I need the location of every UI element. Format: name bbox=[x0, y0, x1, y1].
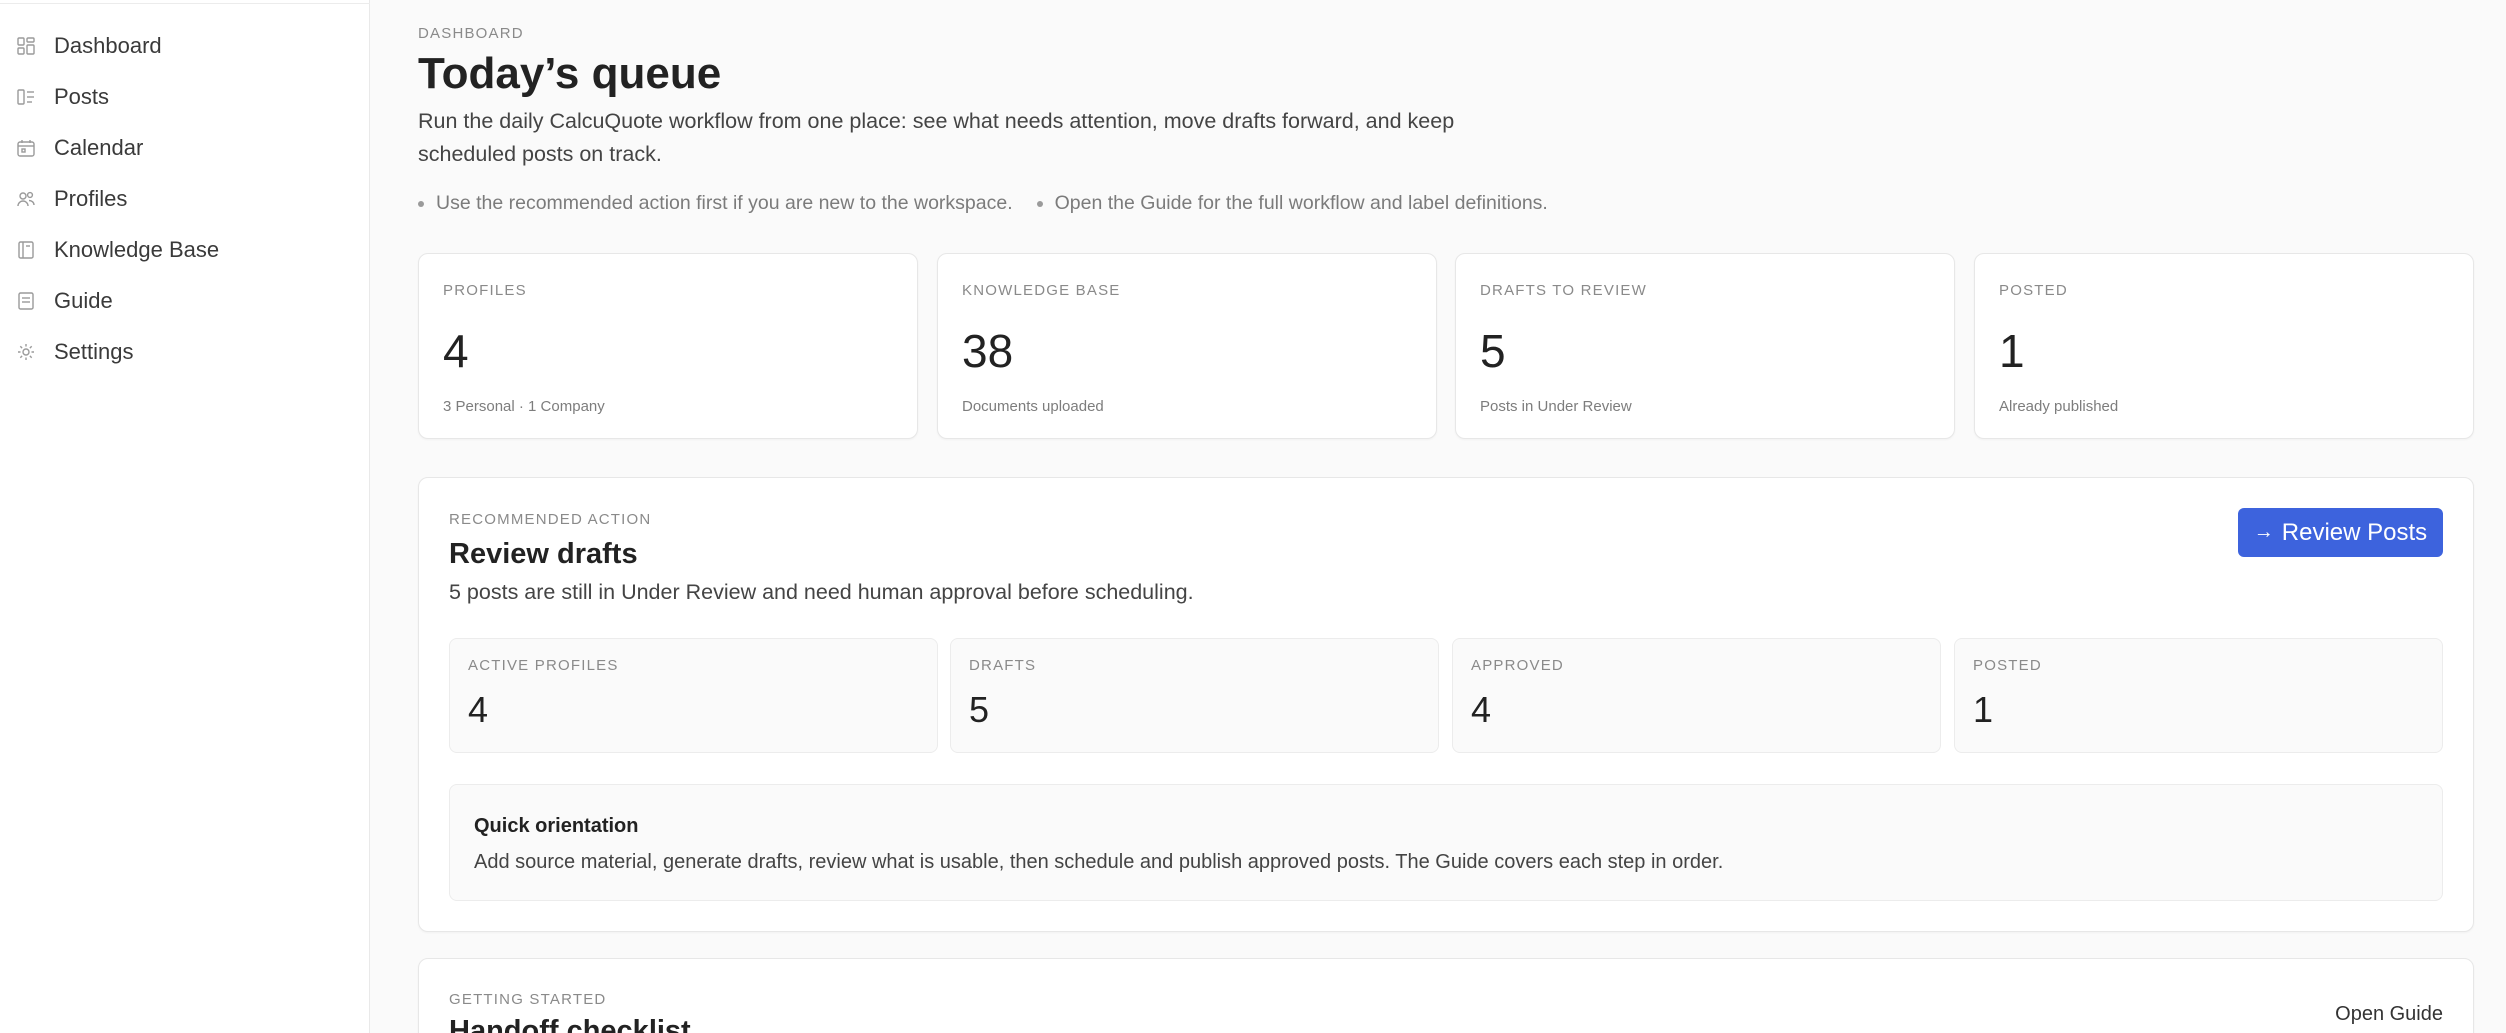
metric-value: 1 bbox=[1973, 689, 1994, 730]
gear-icon bbox=[18, 344, 34, 360]
quick-orientation-box: Quick orientation Add source material, g… bbox=[449, 784, 2443, 901]
bullet-icon bbox=[418, 200, 424, 207]
posts-icon bbox=[17, 89, 34, 105]
stat-label: POSTED bbox=[1999, 282, 2068, 299]
stat-value: 38 bbox=[962, 325, 1014, 377]
book-icon bbox=[18, 241, 34, 259]
sidebar-item-label: Settings bbox=[54, 339, 134, 364]
metric-approved: APPROVED 4 bbox=[1452, 638, 1941, 753]
recommended-eyebrow: RECOMMENDED ACTION bbox=[449, 511, 652, 528]
metric-value: 5 bbox=[969, 689, 990, 730]
dashboard-icon bbox=[17, 37, 35, 55]
metric-label: DRAFTS bbox=[969, 657, 1037, 674]
stat-subtext: Posts in Under Review bbox=[1480, 398, 1632, 415]
page-title: Today’s queue bbox=[418, 49, 722, 98]
stat-card-profiles: PROFILES 4 3 Personal · 1 Company bbox=[418, 253, 918, 439]
orientation-description: Add source material, generate drafts, re… bbox=[474, 851, 1724, 873]
sidebar-item-label: Knowledge Base bbox=[54, 237, 220, 262]
metric-posted: POSTED 1 bbox=[1954, 638, 2443, 753]
metric-drafts: DRAFTS 5 bbox=[950, 638, 1439, 753]
metric-label: APPROVED bbox=[1471, 657, 1564, 674]
sidebar-item-label: Guide bbox=[54, 288, 113, 313]
metric-label: POSTED bbox=[1973, 657, 2042, 674]
stat-subtext: Already published bbox=[1999, 398, 2119, 415]
stat-card-knowledge-base: KNOWLEDGE BASE 38 Documents uploaded bbox=[937, 253, 1437, 439]
tip-text: Use the recommended action first if you … bbox=[436, 192, 1013, 214]
recommended-description: 5 posts are still in Under Review and ne… bbox=[449, 580, 1194, 604]
sidebar-item-label: Posts bbox=[54, 84, 110, 109]
metric-active-profiles: ACTIVE PROFILES 4 bbox=[449, 638, 938, 753]
open-guide-button[interactable]: Open Guide bbox=[2335, 1003, 2443, 1026]
sidebar-top-divider bbox=[0, 3, 370, 4]
recommended-action-panel: RECOMMENDED ACTION Review drafts 5 posts… bbox=[418, 477, 2474, 932]
stat-value: 5 bbox=[1480, 325, 1506, 377]
metric-value: 4 bbox=[468, 689, 489, 730]
page-description: Run the daily CalcuQuote workflow from o… bbox=[418, 109, 1455, 166]
sidebar-item-label: Profiles bbox=[54, 186, 128, 211]
bullet-icon bbox=[1036, 200, 1043, 207]
orientation-title: Quick orientation bbox=[474, 815, 639, 837]
sidebar: Dashboard Posts Calendar Profiles Knowle… bbox=[0, 0, 370, 1033]
tip-item: Use the recommended action first if you … bbox=[418, 192, 1013, 215]
sidebar-item-knowledge-base[interactable]: Knowledge Base bbox=[16, 228, 356, 272]
metric-label: ACTIVE PROFILES bbox=[468, 657, 619, 674]
getting-started-eyebrow: GETTING STARTED bbox=[449, 991, 607, 1008]
stat-card-drafts-to-review: DRAFTS TO REVIEW 5 Posts in Under Review bbox=[1455, 253, 1955, 439]
stat-label: DRAFTS TO REVIEW bbox=[1480, 282, 1647, 299]
stat-value: 4 bbox=[443, 325, 469, 377]
sidebar-item-posts[interactable]: Posts bbox=[16, 75, 356, 119]
stat-label: KNOWLEDGE BASE bbox=[962, 282, 1121, 299]
calendar-icon bbox=[17, 140, 35, 157]
sidebar-item-label: Calendar bbox=[54, 135, 144, 160]
review-posts-label: Review Posts bbox=[2281, 518, 2428, 546]
profiles-icon bbox=[17, 191, 35, 207]
sidebar-item-guide[interactable]: Guide bbox=[16, 279, 356, 323]
stat-subtext: Documents uploaded bbox=[962, 398, 1104, 415]
tips-list: Use the recommended action first if you … bbox=[418, 192, 1572, 215]
sidebar-item-calendar[interactable]: Calendar bbox=[16, 126, 356, 170]
tip-text: Open the Guide for the full workflow and… bbox=[1054, 192, 1548, 214]
arrow-right-icon: → bbox=[2253, 521, 2274, 543]
stat-value: 1 bbox=[1999, 325, 2025, 377]
page-eyebrow: DASHBOARD bbox=[418, 25, 524, 42]
review-posts-button[interactable]: → Review Posts bbox=[2238, 508, 2443, 557]
sidebar-item-label: Dashboard bbox=[54, 33, 162, 58]
tip-item: Open the Guide for the full workflow and… bbox=[1036, 192, 1548, 215]
sidebar-item-dashboard[interactable]: Dashboard bbox=[16, 24, 356, 68]
sidebar-item-profiles[interactable]: Profiles bbox=[16, 177, 356, 221]
stat-label: PROFILES bbox=[443, 282, 527, 299]
recommended-title: Review drafts bbox=[449, 538, 638, 570]
guide-icon bbox=[18, 292, 34, 310]
stat-subtext: 3 Personal · 1 Company bbox=[443, 398, 605, 415]
stat-card-posted: POSTED 1 Already published bbox=[1974, 253, 2474, 439]
sidebar-item-settings[interactable]: Settings bbox=[16, 330, 356, 374]
checklist-title: Handoff checklist bbox=[449, 1015, 691, 1033]
getting-started-panel: GETTING STARTED Handoff checklist Open G… bbox=[418, 958, 2474, 1033]
metric-value: 4 bbox=[1471, 689, 1492, 730]
